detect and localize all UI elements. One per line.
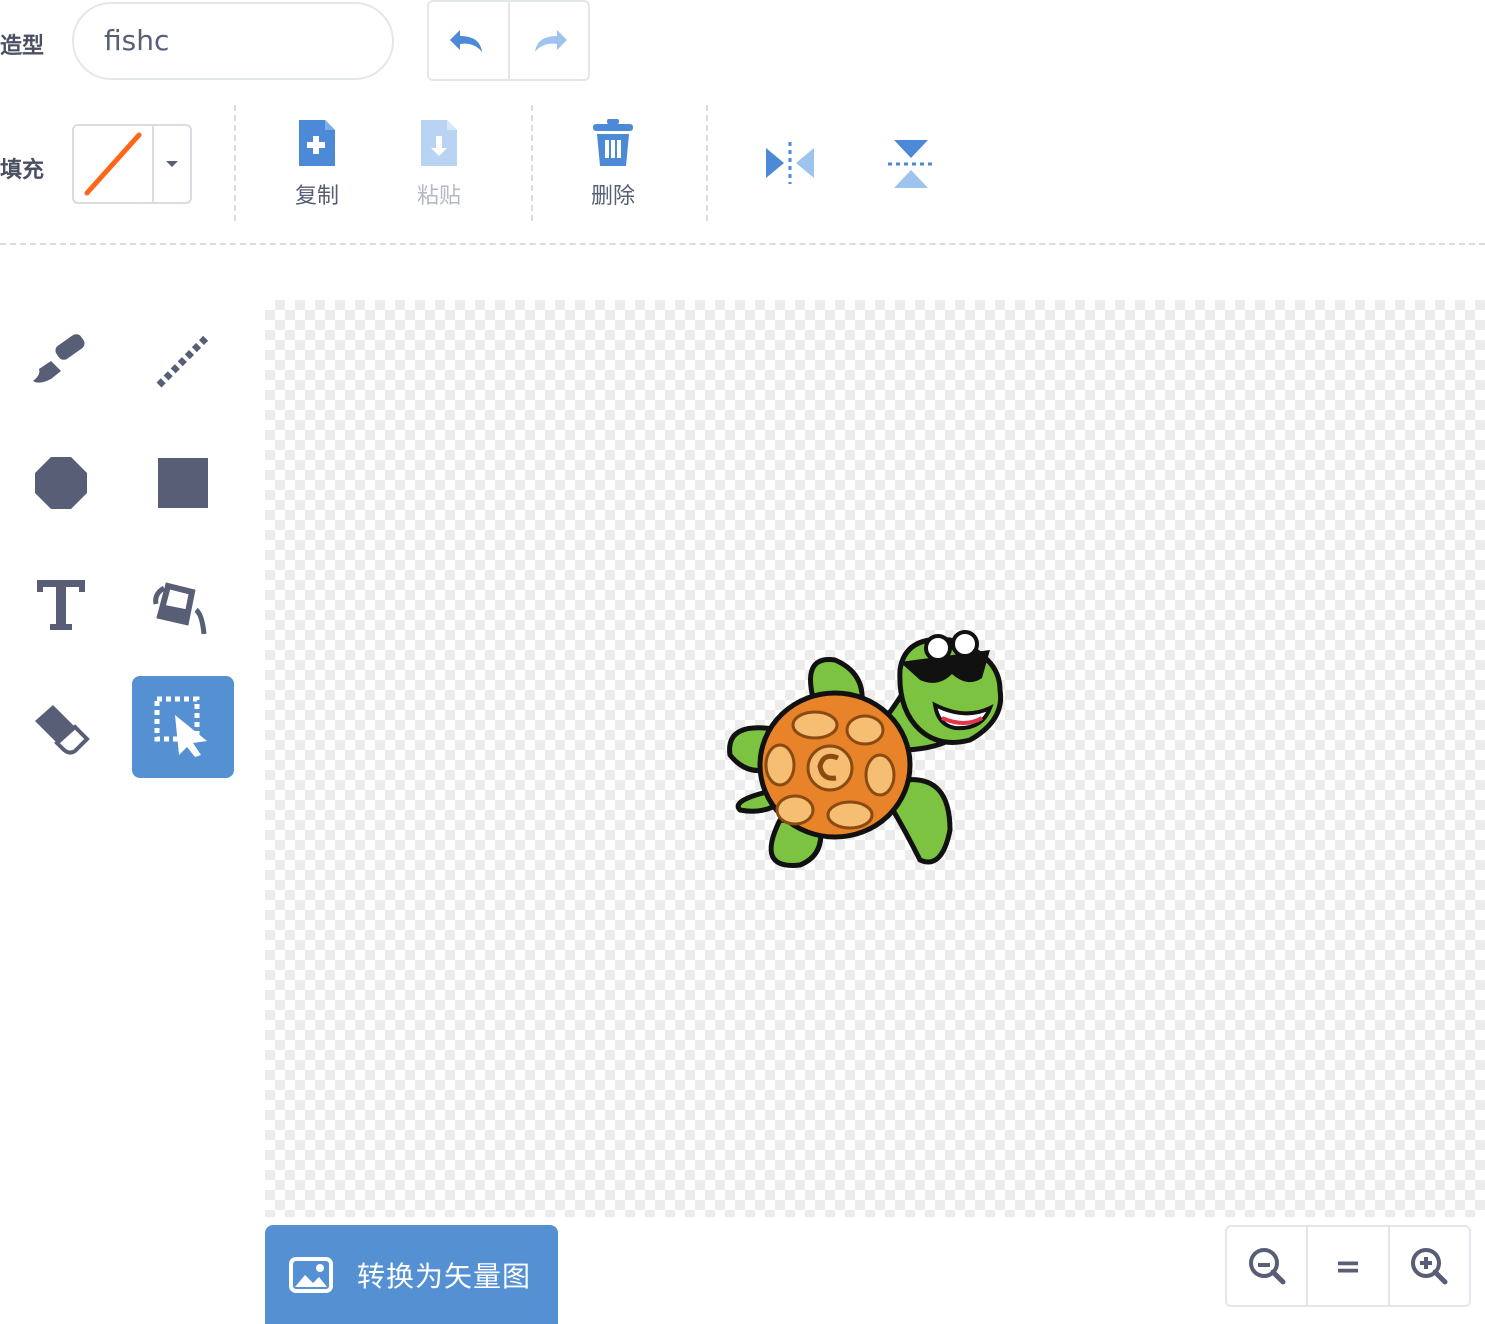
paste-button[interactable]: 粘贴	[394, 118, 484, 210]
undo-button[interactable]	[429, 2, 508, 79]
paint-bucket-icon	[153, 582, 207, 635]
line-icon	[156, 334, 210, 388]
trash-icon	[593, 119, 633, 166]
rectangle-tool[interactable]	[132, 432, 234, 534]
circle-tool[interactable]	[10, 432, 112, 534]
chevron-down-icon	[166, 161, 178, 167]
zoom-reset-button[interactable]: =	[1306, 1227, 1387, 1305]
convert-to-vector-button[interactable]: 转换为矢量图	[265, 1225, 558, 1324]
divider	[531, 105, 533, 221]
undo-icon	[450, 29, 483, 52]
zoom-controls: =	[1225, 1225, 1471, 1307]
flip-vertical-button[interactable]	[886, 136, 936, 196]
redo-icon	[534, 29, 567, 52]
paint-canvas[interactable]	[265, 300, 1485, 1217]
paste-icon	[421, 120, 457, 166]
text-tool[interactable]	[10, 554, 112, 656]
flip-horizontal-button[interactable]	[762, 140, 818, 190]
text-icon	[37, 580, 85, 630]
toolbar-separator	[0, 243, 1485, 245]
fill-dropdown[interactable]	[152, 126, 190, 202]
paste-label: 粘贴	[416, 184, 461, 209]
zoom-out-icon	[1248, 1248, 1286, 1285]
fill-swatch[interactable]	[74, 126, 152, 202]
select-tool[interactable]	[132, 676, 234, 778]
zoom-in-button[interactable]	[1387, 1227, 1469, 1305]
circle-icon	[35, 457, 87, 509]
delete-label: 删除	[590, 184, 635, 209]
eraser-tool[interactable]	[10, 676, 112, 778]
copy-label: 复制	[294, 184, 339, 209]
no-fill-swatch-icon	[84, 132, 142, 196]
image-icon	[289, 1256, 333, 1293]
zoom-reset-label: =	[1334, 1247, 1362, 1285]
fill-color-picker[interactable]	[72, 124, 192, 204]
flip-horizontal-icon	[766, 142, 814, 184]
brush-tool[interactable]	[10, 310, 112, 412]
fill-tool[interactable]	[132, 554, 234, 656]
copy-icon	[299, 120, 335, 166]
zoom-in-icon	[1411, 1248, 1448, 1285]
copy-button[interactable]: 复制	[272, 118, 362, 210]
line-tool[interactable]	[132, 310, 234, 412]
divider	[234, 105, 236, 221]
costume-label: 造型	[0, 34, 45, 59]
turtle-sprite	[727, 630, 1004, 868]
zoom-out-button[interactable]	[1227, 1227, 1306, 1305]
rectangle-icon	[158, 458, 208, 508]
convert-to-vector-label: 转换为矢量图	[357, 1259, 532, 1293]
brush-icon	[33, 334, 85, 383]
undo-redo-group	[427, 0, 590, 81]
redo-button[interactable]	[507, 2, 589, 79]
fill-label: 填充	[0, 158, 45, 183]
divider	[706, 105, 708, 221]
flip-vertical-icon	[888, 140, 934, 188]
costume-name-input[interactable]: fishc	[72, 2, 394, 80]
eraser-icon	[35, 705, 90, 755]
select-icon	[154, 696, 207, 757]
delete-button[interactable]: 删除	[568, 118, 658, 210]
